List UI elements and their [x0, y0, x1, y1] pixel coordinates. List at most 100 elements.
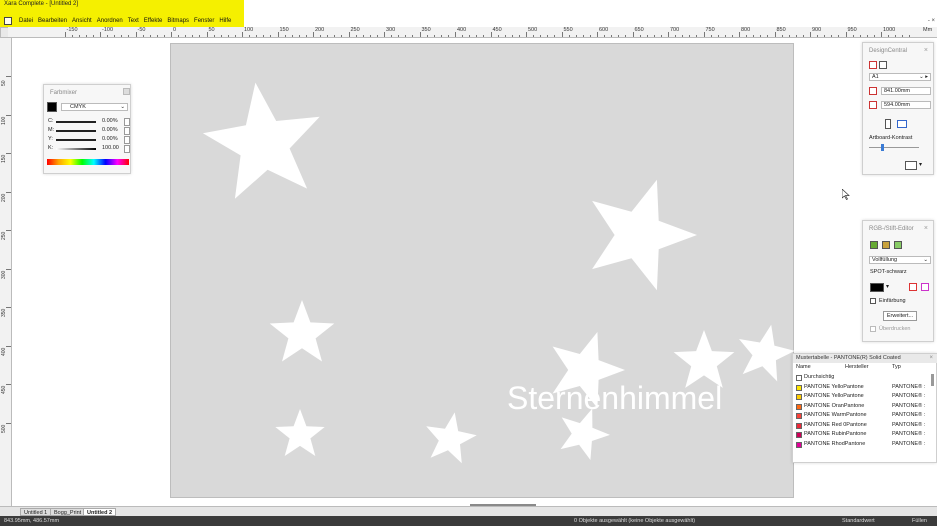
landscape-icon[interactable]: [897, 120, 907, 128]
color-model-select[interactable]: CMYK ⌄: [61, 103, 128, 111]
menu-fenster[interactable]: Fenster: [194, 18, 214, 24]
swatch-color: [796, 375, 802, 381]
star-shape[interactable]: [739, 324, 795, 382]
document-icon[interactable]: [4, 17, 12, 25]
slider-c[interactable]: C: 0.00%: [48, 118, 130, 126]
swatch-row[interactable]: PANTONE WarmPantone PANTONE® :: [796, 412, 936, 420]
slider-track[interactable]: [56, 139, 96, 141]
horizontal-ruler[interactable]: -150 -100 -50 0 50 100 150 200 250 300 350 400 450 50…: [8, 27, 937, 38]
slider-track[interactable]: [56, 130, 96, 132]
fill-status[interactable]: Füllen: [912, 518, 927, 524]
ruler-tick: [859, 35, 861, 37]
menu-datei[interactable]: Datei: [19, 18, 33, 24]
width-value: 841.00mm: [884, 88, 910, 94]
spin-icon[interactable]: [124, 127, 130, 135]
envelope-icon[interactable]: [905, 161, 917, 170]
fill-mode-select[interactable]: Vollfüllung ⌄: [869, 256, 931, 264]
color-swatch[interactable]: [47, 102, 57, 112]
scrollbar[interactable]: [931, 374, 934, 386]
spin-icon[interactable]: [124, 145, 130, 153]
swatch-row[interactable]: PANTONE RhodPantone PANTONE® :: [796, 441, 936, 449]
column-header[interactable]: Hersteller: [845, 364, 869, 370]
chevron-down-icon[interactable]: ▾: [919, 161, 922, 168]
menu-text[interactable]: Text: [128, 18, 139, 24]
swatch-name: PANTONE YelloPantone: [804, 383, 864, 390]
close-icon[interactable]: ×: [929, 355, 933, 361]
ruler-tick: [909, 35, 911, 37]
star-shape[interactable]: [275, 409, 325, 456]
ruler-tick: [689, 35, 691, 37]
vertical-ruler[interactable]: 50 100 150 200 250 300 350 400 450 500: [0, 38, 12, 506]
menu-ansicht[interactable]: Ansicht: [72, 18, 92, 24]
close-icon[interactable]: ×: [924, 225, 928, 232]
spot-icon[interactable]: [921, 283, 929, 291]
swatch-row[interactable]: PANTONE RubinPantone PANTONE® :: [796, 431, 936, 439]
ruler-tick: [526, 32, 527, 37]
spin-icon[interactable]: [124, 136, 130, 144]
ruler-tick: [660, 35, 662, 37]
slider-y[interactable]: Y: 0.00%: [48, 136, 130, 144]
menu-anordnen[interactable]: Anordnen: [97, 18, 123, 24]
star-shape[interactable]: [426, 412, 477, 464]
close-icon[interactable]: ×: [924, 47, 928, 54]
canvas-text[interactable]: Sternenhimmel: [507, 380, 722, 417]
checkbox[interactable]: [870, 326, 876, 332]
slider-m[interactable]: M: 0.00%: [48, 127, 130, 135]
tab-bogg-print[interactable]: Bogg_Print: [50, 508, 86, 516]
contrast-slider[interactable]: [869, 147, 919, 148]
swatch-row[interactable]: PANTONE YelloPantone PANTONE® :: [796, 384, 936, 392]
slider-handle[interactable]: [881, 144, 884, 151]
checkbox[interactable]: [870, 298, 876, 304]
slider-value[interactable]: 0.00%: [102, 136, 118, 142]
ruler-tick: [334, 35, 336, 37]
height-field[interactable]: 594.00mm: [881, 101, 931, 109]
link-icon[interactable]: [909, 283, 917, 291]
page-size-select[interactable]: A1 ⌄ ▸: [869, 73, 931, 81]
tab-untitled-2[interactable]: Untitled 2: [83, 508, 117, 516]
window-controls[interactable]: - ×: [928, 18, 935, 24]
artboard[interactable]: Sternenhimmel: [170, 43, 795, 498]
design-central-panel: DesignCentral × A1 ⌄ ▸ 841.00mm 594.00mm…: [862, 42, 934, 175]
pen-icon[interactable]: [882, 241, 890, 249]
column-header[interactable]: Typ: [892, 364, 901, 370]
swatch-row[interactable]: Durchsichtig: [796, 374, 936, 382]
page-icon[interactable]: [869, 61, 877, 69]
swatch-row[interactable]: PANTONE OranPantone PANTONE® :: [796, 403, 936, 411]
star-layer: [202, 82, 795, 464]
column-header[interactable]: Name: [796, 364, 811, 370]
slider-track[interactable]: [56, 121, 96, 123]
tab-untitled-1[interactable]: Untitled 1: [20, 508, 52, 516]
menu-bearbeiten[interactable]: Bearbeiten: [38, 18, 67, 24]
ruler-tick: [341, 35, 343, 37]
document-tabs: Untitled 1 Bogg_Print Untitled 2: [0, 506, 937, 516]
menu-effekte[interactable]: Effekte: [144, 18, 163, 24]
line-icon[interactable]: [894, 241, 902, 249]
ruler-label: -50: [137, 27, 146, 33]
ruler-tick: [313, 32, 314, 37]
slider-track[interactable]: [56, 148, 96, 150]
star-shape[interactable]: [269, 300, 335, 362]
star-shape[interactable]: [202, 82, 320, 199]
ruler-label: -100: [102, 27, 114, 33]
advanced-button[interactable]: Erweitert...: [883, 311, 917, 321]
menu-hilfe[interactable]: Hilfe: [219, 18, 231, 24]
slider-value[interactable]: 0.00%: [102, 127, 118, 133]
chevron-down-icon[interactable]: ▾: [886, 283, 889, 290]
spectrum-bar[interactable]: [47, 159, 129, 165]
slider-k[interactable]: K: 100.00: [48, 145, 130, 153]
spin-icon[interactable]: [124, 118, 130, 126]
fill-icon[interactable]: [870, 241, 878, 249]
layer-icon[interactable]: [879, 61, 887, 69]
color-swatch[interactable]: [870, 283, 884, 292]
width-field[interactable]: 841.00mm: [881, 87, 931, 95]
menu-bitmaps[interactable]: Bitmaps: [167, 18, 189, 24]
swatch-row[interactable]: PANTONE YelloPantone PANTONE® :: [796, 393, 936, 401]
swatch-color: [796, 403, 802, 410]
portrait-icon[interactable]: [885, 119, 891, 129]
style-status[interactable]: Standardwert: [842, 518, 875, 524]
swatch-row[interactable]: PANTONE Red 0Pantone PANTONE® :: [796, 422, 936, 430]
panel-menu-icon[interactable]: [123, 88, 130, 95]
slider-value[interactable]: 0.00%: [102, 118, 118, 124]
star-shape[interactable]: [592, 179, 697, 291]
slider-value[interactable]: 100.00: [102, 145, 119, 151]
